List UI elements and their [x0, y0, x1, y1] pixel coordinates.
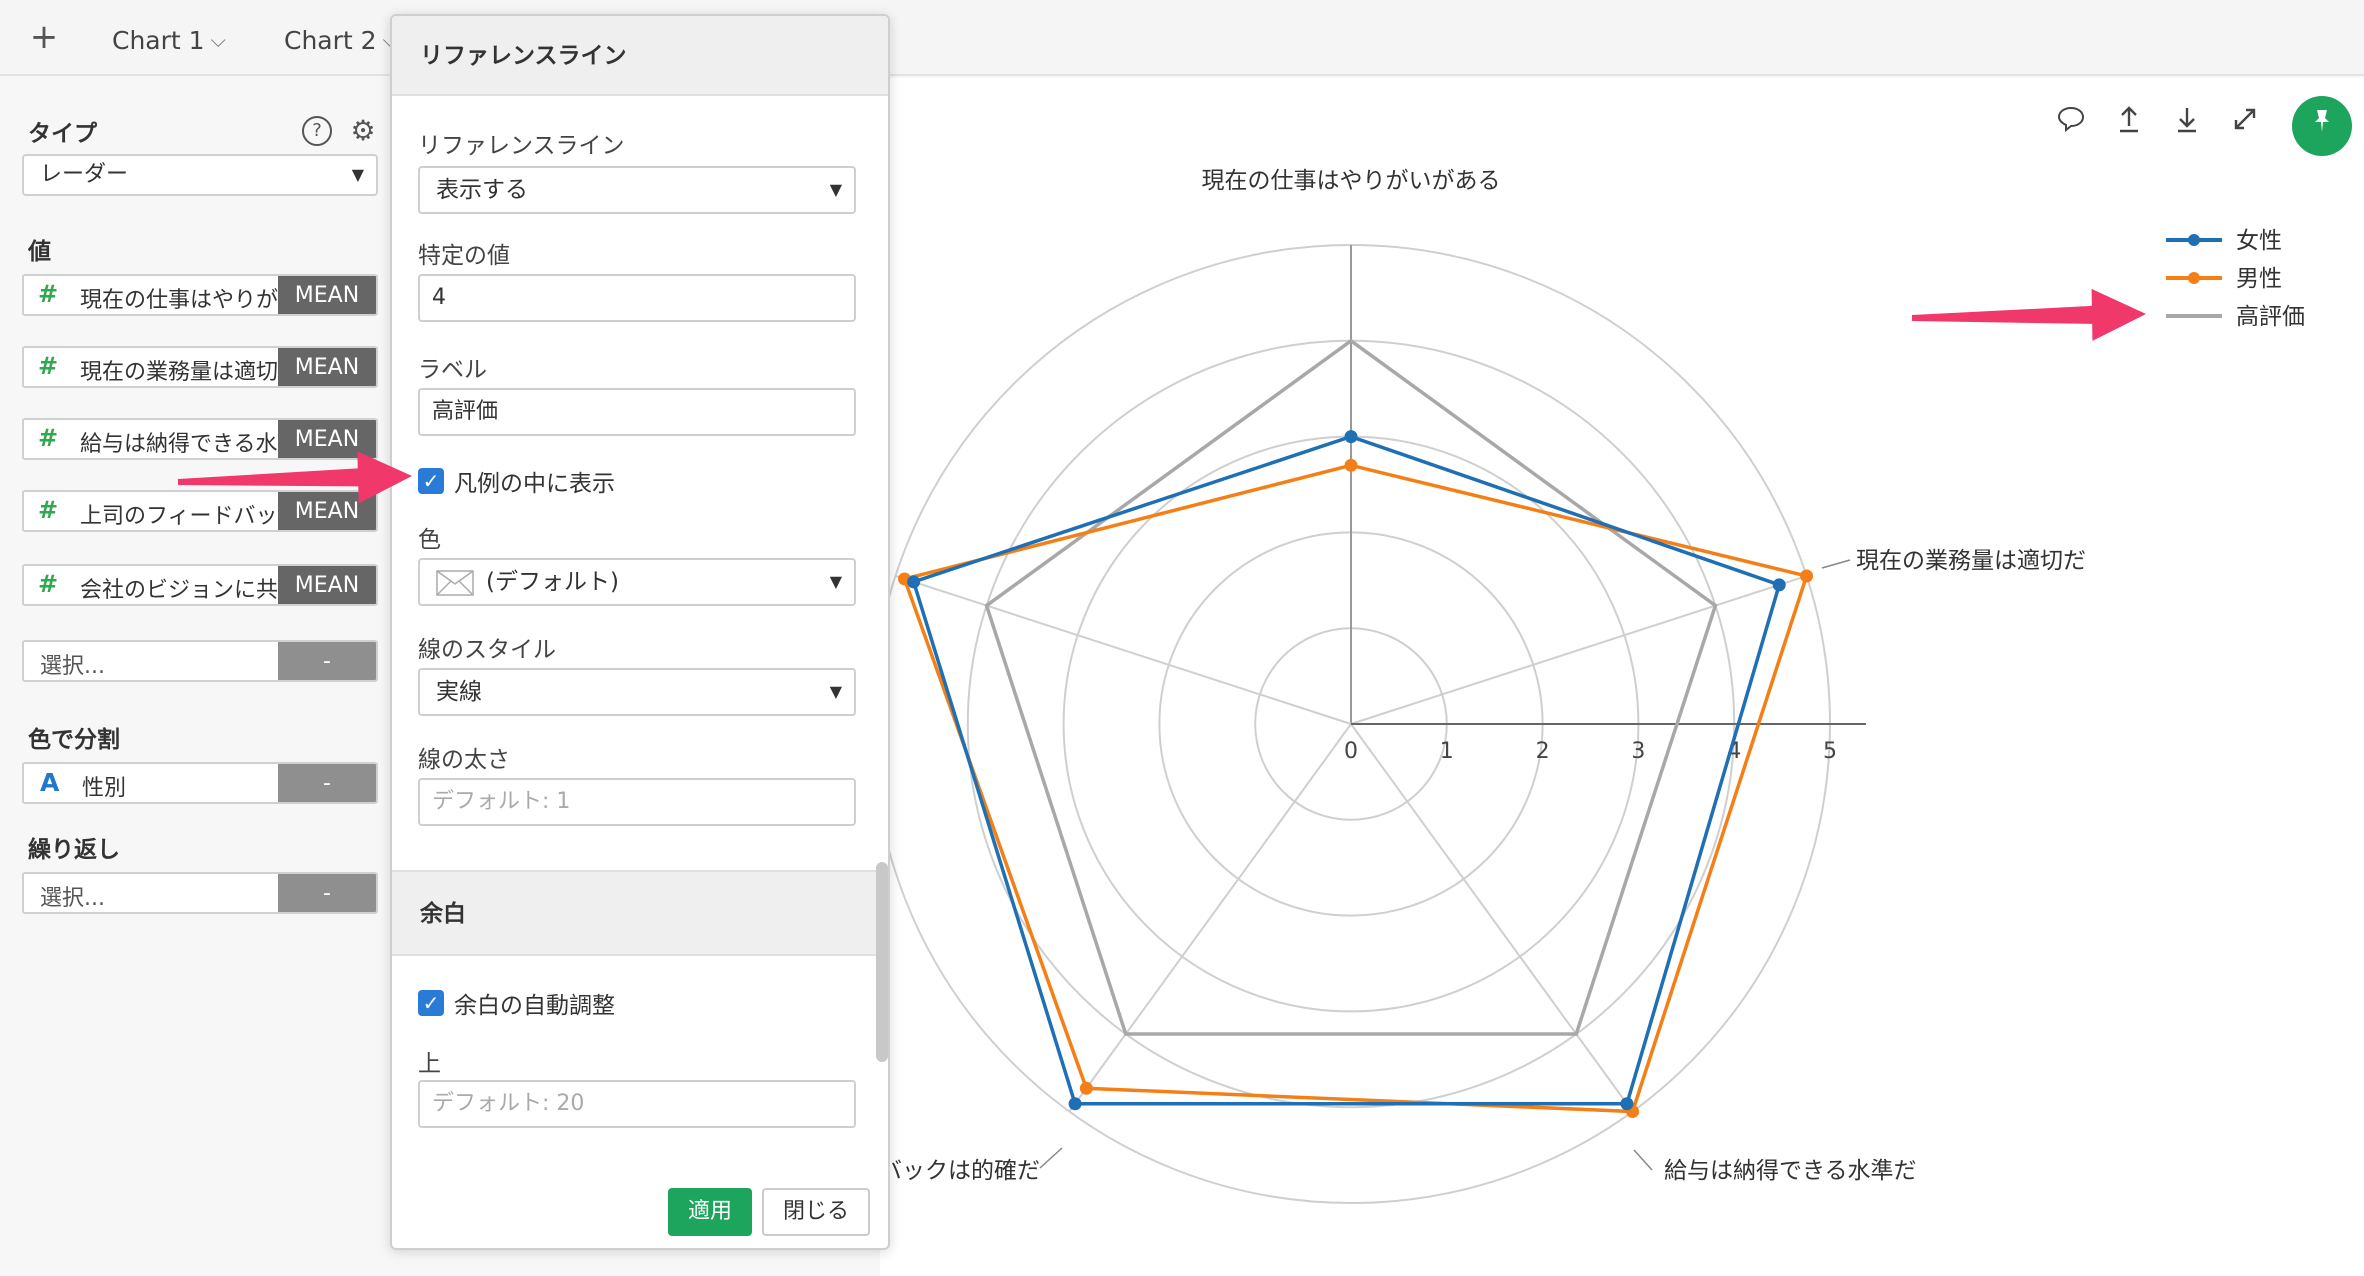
label-input[interactable]: 高評価 [418, 388, 856, 436]
value-select-placeholder: 選択... [40, 654, 105, 679]
chevron-down-icon[interactable]: ⌵ [211, 28, 226, 52]
help-icon[interactable]: ? [302, 116, 332, 146]
download-icon[interactable] [2172, 104, 2202, 141]
line-style-value: 実線 [436, 679, 482, 705]
caret-down-icon: ▼ [829, 572, 842, 591]
color-split-title: 色で分割 [28, 727, 120, 753]
chart-type-value: レーダー [40, 162, 129, 187]
value-select-field[interactable]: 選択... - [22, 640, 378, 682]
aggregation-button[interactable]: MEAN [278, 420, 376, 458]
caret-down-icon: ▼ [829, 682, 842, 701]
specific-value-input[interactable]: 4 [418, 274, 856, 322]
color-select[interactable]: (デフォルト) ▼ [418, 558, 856, 606]
config-panel: タイプ ? ⚙ レーダー ▼ 値 # 現在の仕事はやりが MEAN # 現在の業… [0, 78, 392, 1276]
value-field-label: 現在の仕事はやりが [80, 288, 279, 313]
pin-icon[interactable] [2292, 96, 2352, 156]
aggregation-button[interactable]: MEAN [278, 492, 376, 530]
top-margin-label: 上 [418, 1051, 441, 1077]
show-in-legend-label: 凡例の中に表示 [454, 471, 615, 497]
top-margin-input[interactable]: デフォルト: 20 [418, 1080, 856, 1128]
specific-value-label: 特定の値 [418, 243, 510, 269]
close-button[interactable]: 閉じる [762, 1188, 870, 1236]
color-split-value: 性別 [82, 776, 127, 801]
add-chart-button[interactable]: + [26, 20, 62, 56]
line-style-label: 線のスタイル [418, 637, 556, 663]
value-field-label: 上司のフィードバッ [80, 504, 278, 529]
line-width-label: 線の太さ [418, 747, 510, 773]
number-type-icon: # [38, 424, 59, 452]
tab-chart-2[interactable]: Chart 2 ⌵ [284, 22, 398, 58]
panel-title: リファレンスライン [392, 16, 888, 96]
chart-canvas [880, 78, 2364, 1276]
color-value: (デフォルト) [486, 569, 619, 595]
upload-icon[interactable] [2114, 104, 2144, 141]
color-split-field[interactable]: A 性別 - [22, 762, 378, 804]
aggregation-button[interactable]: MEAN [278, 348, 376, 386]
number-type-icon: # [38, 496, 59, 524]
line-style-select[interactable]: 実線 ▼ [418, 668, 856, 716]
comment-icon[interactable] [2056, 104, 2086, 141]
app-window: + Chart 1 ⌵ Chart 2 ⌵ タイプ ? ⚙ レーダー ▼ 値 #… [0, 0, 2364, 1276]
value-field-label: 現在の業務量は適切 [80, 360, 279, 385]
aggregation-button[interactable]: MEAN [278, 276, 376, 314]
value-field-label: 給与は納得できる水 [80, 432, 278, 457]
margin-section-header[interactable]: 余白 [392, 870, 888, 956]
number-type-icon: # [38, 280, 59, 308]
number-type-icon: # [38, 352, 59, 380]
label-label: ラベル [418, 357, 487, 383]
auto-margin-checkbox[interactable]: ✓ [418, 990, 444, 1016]
chart-type-select[interactable]: レーダー ▼ [22, 154, 378, 196]
value-field[interactable]: # 会社のビジョンに共 MEAN [22, 564, 378, 606]
reference-line-panel: リファレンスライン リファレンスライン 表示する ▼ 特定の値 4 ラベル 高評… [390, 14, 890, 1250]
auto-margin-label: 余白の自動調整 [454, 993, 615, 1019]
caret-down-icon: ▼ [829, 180, 842, 199]
refline-select[interactable]: 表示する ▼ [418, 166, 856, 214]
type-title: タイプ [28, 121, 97, 147]
color-label: 色 [418, 527, 441, 553]
tab-label: Chart 2 [284, 25, 377, 55]
repeat-title: 繰り返し [28, 837, 120, 863]
remove-button[interactable]: - [278, 764, 376, 802]
repeat-placeholder: 選択... [40, 886, 105, 911]
show-in-legend-checkbox[interactable]: ✓ [418, 468, 444, 494]
refline-value: 表示する [436, 177, 528, 203]
values-title: 値 [28, 239, 51, 265]
number-type-icon: # [38, 570, 59, 598]
color-swatch-icon [436, 569, 474, 596]
tab-bar: + Chart 1 ⌵ Chart 2 ⌵ [0, 0, 2364, 76]
value-field[interactable]: # 現在の仕事はやりが MEAN [22, 274, 378, 316]
remove-button[interactable]: - [278, 874, 376, 912]
text-type-icon: A [40, 768, 60, 797]
value-field[interactable]: # 現在の業務量は適切 MEAN [22, 346, 378, 388]
tab-label: Chart 1 [112, 25, 205, 55]
expand-icon[interactable] [2230, 104, 2260, 141]
aggregation-button[interactable]: MEAN [278, 566, 376, 604]
value-field[interactable]: # 給与は納得できる水 MEAN [22, 418, 378, 460]
line-width-input[interactable]: デフォルト: 1 [418, 778, 856, 826]
panel-scrollbar[interactable] [876, 862, 888, 1062]
caret-down-icon: ▼ [351, 165, 364, 184]
value-field[interactable]: # 上司のフィードバッ MEAN [22, 490, 378, 532]
refline-label: リファレンスライン [418, 133, 625, 159]
gear-icon[interactable]: ⚙ [348, 116, 378, 146]
value-field-label: 会社のビジョンに共 [80, 578, 279, 603]
tab-chart-1[interactable]: Chart 1 ⌵ [112, 22, 226, 58]
repeat-field[interactable]: 選択... - [22, 872, 378, 914]
remove-button[interactable]: - [278, 642, 376, 680]
apply-button[interactable]: 適用 [668, 1188, 752, 1236]
